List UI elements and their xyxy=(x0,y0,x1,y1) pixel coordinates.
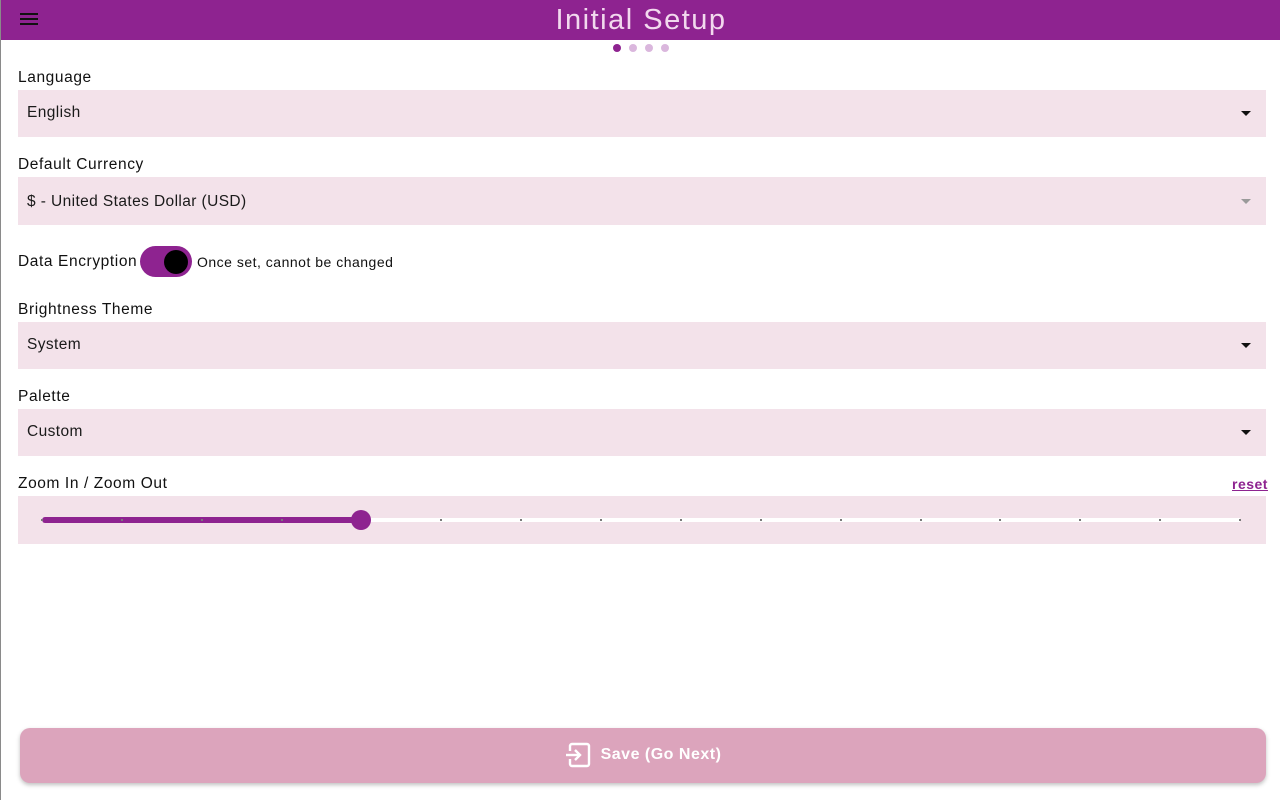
palette-label: Palette xyxy=(18,388,71,405)
reset-link[interactable]: reset xyxy=(1232,476,1268,492)
currency-select[interactable]: $ - United States Dollar (USD) xyxy=(18,177,1266,225)
slider-tick xyxy=(440,519,443,521)
theme-label: Brightness Theme xyxy=(18,301,154,318)
encryption-toggle[interactable] xyxy=(140,246,192,277)
page-indicator xyxy=(613,44,669,54)
save-button-label: Save (Go Next) xyxy=(600,746,722,763)
language-label: Language xyxy=(18,69,92,86)
slider-tick xyxy=(120,519,123,521)
zoom-slider[interactable] xyxy=(18,496,1266,544)
slider-tick xyxy=(280,519,283,521)
app-bar: Initial Setup xyxy=(1,0,1280,40)
zoom-label: Zoom In / Zoom Out xyxy=(18,475,168,492)
dropdown-arrow-icon xyxy=(1241,199,1251,204)
slider-tick xyxy=(1239,519,1241,521)
exit-icon xyxy=(565,742,590,768)
dropdown-arrow-icon xyxy=(1241,343,1251,348)
page-dot[interactable] xyxy=(661,44,669,52)
palette-select[interactable]: Custom xyxy=(18,409,1266,456)
dropdown-arrow-icon xyxy=(1241,430,1251,435)
page-dot[interactable] xyxy=(629,44,637,52)
slider-tick xyxy=(679,519,682,521)
slider-tick xyxy=(200,519,203,521)
slider-tick xyxy=(41,519,43,521)
slider-tick xyxy=(999,519,1002,521)
palette-value: Custom xyxy=(27,423,83,440)
slider-tick xyxy=(1159,519,1162,521)
dropdown-arrow-icon xyxy=(1241,111,1251,116)
slider-tick xyxy=(839,519,842,521)
language-select[interactable]: English xyxy=(18,90,1266,137)
encryption-label: Data Encryption xyxy=(18,253,138,270)
theme-value: System xyxy=(27,336,82,353)
page-dot[interactable] xyxy=(645,44,653,52)
currency-label: Default Currency xyxy=(18,156,144,173)
slider-tick xyxy=(919,519,922,521)
slider-tick xyxy=(600,519,603,521)
slider-tick xyxy=(1079,519,1082,521)
encryption-note: Once set, cannot be changed xyxy=(197,254,394,270)
slider-thumb[interactable] xyxy=(351,510,372,530)
save-next-button[interactable]: Save (Go Next) xyxy=(20,728,1266,783)
toggle-knob xyxy=(164,249,188,274)
page-title: Initial Setup xyxy=(555,4,727,36)
slider-tick xyxy=(520,519,523,521)
page-dot[interactable] xyxy=(613,44,621,52)
slider-tick xyxy=(759,519,762,521)
theme-select[interactable]: System xyxy=(18,322,1266,369)
currency-value: $ - United States Dollar (USD) xyxy=(27,193,247,210)
language-value: English xyxy=(27,104,81,121)
